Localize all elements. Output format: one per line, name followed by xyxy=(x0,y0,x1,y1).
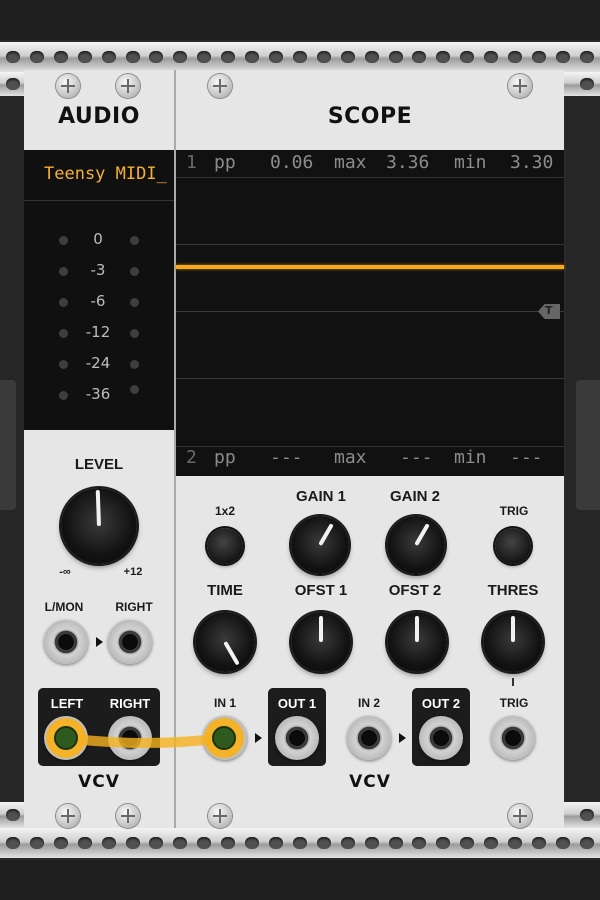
screw-icon xyxy=(116,804,140,828)
lmon-input-jack[interactable] xyxy=(44,620,88,664)
vu-label: -3 xyxy=(90,261,106,279)
thres-knob[interactable] xyxy=(483,612,543,672)
gain2-knob[interactable] xyxy=(387,516,445,574)
trigger-marker-label: T xyxy=(545,304,553,317)
scope-trace xyxy=(176,265,564,269)
ch1-min-label: min xyxy=(454,152,487,173)
ch2-max-label: max xyxy=(334,447,367,468)
vu-led-right xyxy=(130,329,139,338)
gain1-label: GAIN 1 xyxy=(295,488,346,505)
scope-title: SCOPE xyxy=(327,104,413,129)
ofst2-label: OFST 2 xyxy=(388,582,442,599)
time-label: TIME xyxy=(207,582,243,599)
vu-led-left xyxy=(59,329,68,338)
mode-label: 1x2 xyxy=(214,504,236,518)
device-select[interactable]: Teensy MIDI_ xyxy=(44,164,176,184)
vu-led-left xyxy=(59,298,68,307)
screw-icon xyxy=(116,74,140,98)
screw-icon xyxy=(208,74,232,98)
in1-jack[interactable] xyxy=(203,716,247,760)
screw-icon xyxy=(208,804,232,828)
level-label: LEVEL xyxy=(74,456,124,473)
level-min-label: -∞ xyxy=(59,566,71,578)
ch1-max-label: max xyxy=(334,152,367,173)
left-output-jack[interactable] xyxy=(44,716,88,760)
vu-label: -12 xyxy=(85,323,111,341)
in2-jack[interactable] xyxy=(347,716,391,760)
out2-jack[interactable] xyxy=(419,716,463,760)
thres-label: THRES xyxy=(487,582,539,599)
in1-label: IN 1 xyxy=(213,696,236,710)
arrow-icon xyxy=(255,733,262,743)
vu-led-right xyxy=(130,298,139,307)
right-module-edge xyxy=(576,380,600,510)
ofst2-knob[interactable] xyxy=(387,612,447,672)
vu-led-right xyxy=(130,236,139,245)
screw-icon xyxy=(56,74,80,98)
ch1-pp-value: 0.06 xyxy=(270,152,314,173)
thres-tick xyxy=(512,678,514,686)
time-knob[interactable] xyxy=(195,612,255,672)
mode-1x2-button[interactable] xyxy=(207,528,243,564)
ch2-number: 2 xyxy=(186,447,197,468)
vu-led-left xyxy=(59,267,68,276)
trig-input-label: TRIG xyxy=(499,696,529,710)
ch1-pp-label: pp xyxy=(214,152,236,173)
ch1-stats: 1 pp 0.06 max 3.36 min 3.30 xyxy=(186,152,562,178)
vu-led-left xyxy=(59,360,68,369)
left-out-label: LEFT xyxy=(50,696,84,711)
top-rail xyxy=(0,42,600,72)
level-knob[interactable] xyxy=(61,488,137,564)
ch2-pp-label: pp xyxy=(214,447,236,468)
ofst1-label: OFST 1 xyxy=(294,582,348,599)
arrow-icon xyxy=(399,733,406,743)
ch1-number: 1 xyxy=(186,152,197,173)
audio-title: AUDIO xyxy=(58,104,140,129)
screw-icon xyxy=(508,74,532,98)
vu-led-right xyxy=(130,385,139,394)
level-max-label: +12 xyxy=(123,566,143,578)
vu-led-right xyxy=(130,267,139,276)
ofst1-knob[interactable] xyxy=(291,612,351,672)
gain1-knob[interactable] xyxy=(291,516,349,574)
ch2-min-value: --- xyxy=(510,447,543,468)
ch1-max-value: 3.36 xyxy=(386,152,430,173)
trig-input-jack[interactable] xyxy=(491,716,535,760)
ch2-max-value: --- xyxy=(400,447,433,468)
screw-icon xyxy=(56,804,80,828)
in2-label: IN 2 xyxy=(357,696,380,710)
ch2-pp-value: --- xyxy=(270,447,303,468)
gain2-label: GAIN 2 xyxy=(389,488,440,505)
ch1-min-value: 3.30 xyxy=(510,152,554,173)
screw-icon xyxy=(508,804,532,828)
vu-label: 0 xyxy=(93,230,103,248)
vcv-logo: VCV xyxy=(78,772,120,792)
scope-display: 1 pp 0.06 max 3.36 min 3.30 T 2 pp --- m… xyxy=(176,150,564,476)
ch2-stats: 2 pp --- max --- min --- xyxy=(186,447,562,473)
vcv-logo: VCV xyxy=(349,772,391,792)
vu-label: -6 xyxy=(90,292,106,310)
trig-button[interactable] xyxy=(495,528,531,564)
vu-label: -24 xyxy=(85,354,111,372)
lmon-label: L/MON xyxy=(44,600,84,614)
out1-jack[interactable] xyxy=(275,716,319,760)
out1-label: OUT 1 xyxy=(277,696,317,711)
arrow-icon xyxy=(96,637,103,647)
left-module-edge xyxy=(0,380,16,510)
out2-label: OUT 2 xyxy=(421,696,461,711)
audio-module[interactable]: AUDIO Teensy MIDI_ 0 -3 -6 -12 -24 -36 L… xyxy=(24,70,174,828)
vu-label: -36 xyxy=(85,385,111,403)
right-output-jack[interactable] xyxy=(108,716,152,760)
scope-module[interactable]: SCOPE 1 pp 0.06 max 3.36 min 3.30 T 2 pp… xyxy=(176,70,564,828)
vu-led-left xyxy=(59,236,68,245)
vu-led-left xyxy=(59,391,68,400)
trig-button-label: TRIG xyxy=(499,504,529,518)
right-out-label: RIGHT xyxy=(109,696,151,711)
ch2-min-label: min xyxy=(454,447,487,468)
right-in-label: RIGHT xyxy=(115,600,153,614)
bottom-rail xyxy=(0,828,600,858)
vu-led-right xyxy=(130,360,139,369)
right-input-jack[interactable] xyxy=(108,620,152,664)
